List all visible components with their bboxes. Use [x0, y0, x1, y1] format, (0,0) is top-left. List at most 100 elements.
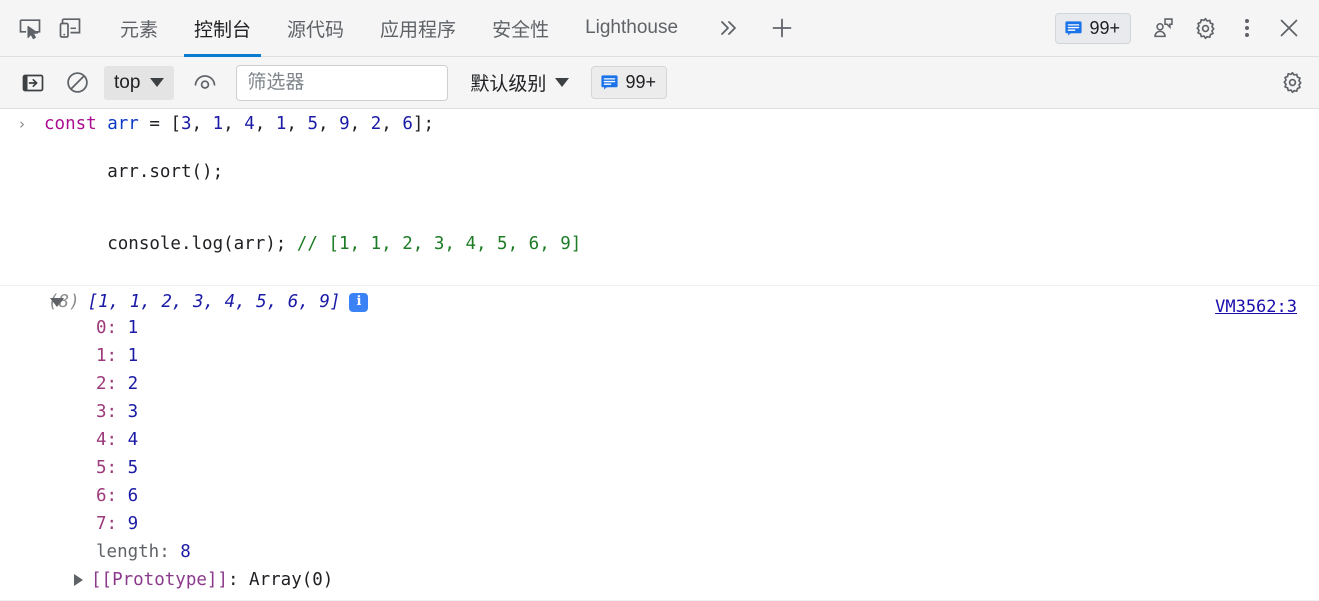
tab-label: 源代码 [287, 19, 345, 41]
array-property-row[interactable]: 0: 1 [0, 314, 1319, 342]
property-key: 1 [96, 346, 107, 366]
property-value: 1 [127, 346, 139, 366]
live-expression-icon[interactable] [186, 64, 224, 102]
property-key: 0 [96, 318, 107, 338]
property-value: 1 [127, 318, 139, 338]
token-number: 6 [402, 114, 413, 134]
tab-list: 元素 控制台 源代码 应用程序 安全性 Lighthouse [102, 0, 696, 57]
code-text: console.log(arr); [107, 234, 297, 254]
tab-label: 元素 [120, 19, 159, 41]
array-preview: [1, 1, 2, 3, 4, 5, 6, 9] [87, 292, 341, 312]
property-value: 5 [127, 458, 139, 478]
code-line-2: arr.sort(); [0, 136, 1319, 208]
console-toolbar: top 默认级别 99+ [0, 57, 1319, 109]
add-tab-button[interactable] [762, 8, 802, 48]
console-body: › const arr = [3, 1, 4, 1, 5, 9, 2, 6]; … [0, 109, 1319, 601]
device-toolbar-icon[interactable] [50, 8, 90, 48]
array-property-row[interactable]: 6: 6 [0, 482, 1319, 510]
property-value: 3 [127, 402, 139, 422]
tab-sources[interactable]: 源代码 [269, 0, 362, 57]
kebab-menu-icon[interactable] [1227, 8, 1267, 48]
token-number: 4 [244, 114, 255, 134]
inspect-element-icon[interactable] [10, 8, 50, 48]
array-property-row[interactable]: 4: 4 [0, 426, 1319, 454]
array-property-row[interactable]: 3: 3 [0, 398, 1319, 426]
property-value: 8 [180, 542, 191, 562]
log-level-select[interactable]: 默认级别 [464, 65, 575, 100]
chevron-down-icon [555, 78, 570, 87]
console-toolbar-right [1273, 64, 1311, 102]
property-value: 2 [127, 374, 139, 394]
code-text: const arr = [3, 1, 4, 1, 5, 9, 2, 6]; [44, 114, 434, 134]
tab-label: 应用程序 [380, 19, 457, 41]
clear-console-icon[interactable] [58, 64, 96, 102]
code-text: arr.sort(); [107, 162, 224, 182]
token-variable: arr [107, 114, 139, 134]
execution-context-select[interactable]: top [104, 65, 175, 100]
property-key: 3 [96, 402, 107, 422]
log-level-label: 默认级别 [470, 74, 547, 95]
property-key: 7 [96, 514, 107, 534]
issues-count-badge[interactable]: 99+ [591, 66, 667, 99]
tab-lighthouse[interactable]: Lighthouse [567, 0, 696, 57]
token-number: 1 [275, 114, 287, 134]
feedback-icon[interactable] [1143, 8, 1183, 48]
tab-elements[interactable]: 元素 [102, 0, 176, 57]
chevron-down-icon [150, 78, 165, 87]
property-value: 9 [127, 514, 139, 534]
message-icon [601, 75, 619, 90]
token-keyword: const [44, 114, 97, 134]
tab-security[interactable]: 安全性 [474, 0, 567, 57]
code-line-3: console.log(arr); // [1, 1, 2, 3, 4, 5, … [0, 208, 1319, 280]
token-number: 9 [339, 114, 350, 134]
prototype-row[interactable]: [[Prototype]]: Array(0) [0, 566, 1319, 594]
array-property-row[interactable]: 5: 5 [0, 454, 1319, 482]
array-property-row[interactable]: 1: 1 [0, 342, 1319, 370]
tabbar-actions: 99+ [1055, 8, 1313, 48]
token-punct: ]; [412, 114, 434, 134]
console-result-entry: (8) [1, 1, 2, 3, 4, 5, 6, 9] i VM3562:3 … [0, 286, 1319, 601]
console-sidebar-icon[interactable] [14, 64, 52, 102]
close-icon[interactable] [1269, 8, 1309, 48]
filter-input[interactable] [236, 64, 449, 101]
property-value: 4 [127, 430, 139, 450]
info-icon[interactable]: i [349, 292, 369, 312]
code-line-1: › const arr = [3, 1, 4, 1, 5, 9, 2, 6]; [0, 112, 1319, 136]
prompt-arrow-icon: › [19, 115, 25, 133]
tab-label: 安全性 [492, 19, 550, 41]
tab-console[interactable]: 控制台 [176, 0, 269, 57]
property-key: length [96, 542, 160, 562]
token-number: 5 [307, 114, 319, 134]
disclosure-triangle-collapsed-icon[interactable] [74, 574, 83, 586]
gear-icon[interactable] [1185, 8, 1225, 48]
prototype-value: Array(0) [249, 570, 334, 590]
devtools-tabbar: 元素 控制台 源代码 应用程序 安全性 Lighthouse 99+ [0, 0, 1319, 57]
source-link[interactable]: VM3562:3 [1215, 295, 1297, 319]
array-property-row[interactable]: 7: 9 [0, 510, 1319, 538]
token-number: 2 [370, 114, 382, 134]
array-preview-row[interactable]: (8) [1, 1, 2, 3, 4, 5, 6, 9] i VM3562:3 [0, 290, 1319, 317]
execution-context-value: top [114, 71, 141, 93]
token-number: 1 [212, 114, 224, 134]
message-count: 99+ [1089, 18, 1120, 38]
more-tabs-icon[interactable] [708, 8, 748, 48]
message-count-badge[interactable]: 99+ [1055, 12, 1131, 44]
token-number: 3 [181, 114, 192, 134]
gear-icon[interactable] [1273, 64, 1311, 102]
property-key: 4 [96, 430, 107, 450]
console-input-entry[interactable]: › const arr = [3, 1, 4, 1, 5, 9, 2, 6]; … [0, 109, 1319, 286]
array-length-property-row[interactable]: length: 8 [0, 538, 1319, 566]
disclosure-triangle-expanded-icon[interactable] [50, 297, 64, 307]
prototype-key: [[Prototype]] [91, 570, 228, 590]
code-comment: // [1, 1, 2, 3, 4, 5, 6, 9] [296, 234, 582, 254]
token-operator: = [ [138, 114, 181, 134]
tab-application[interactable]: 应用程序 [362, 0, 474, 57]
tab-label: Lighthouse [585, 17, 679, 38]
tab-label: 控制台 [194, 19, 252, 41]
property-key: 6 [96, 486, 107, 506]
property-key: 5 [96, 458, 107, 478]
property-key: 2 [96, 374, 107, 394]
message-icon [1065, 20, 1083, 36]
array-property-row[interactable]: 2: 2 [0, 370, 1319, 398]
property-value: 6 [127, 486, 139, 506]
